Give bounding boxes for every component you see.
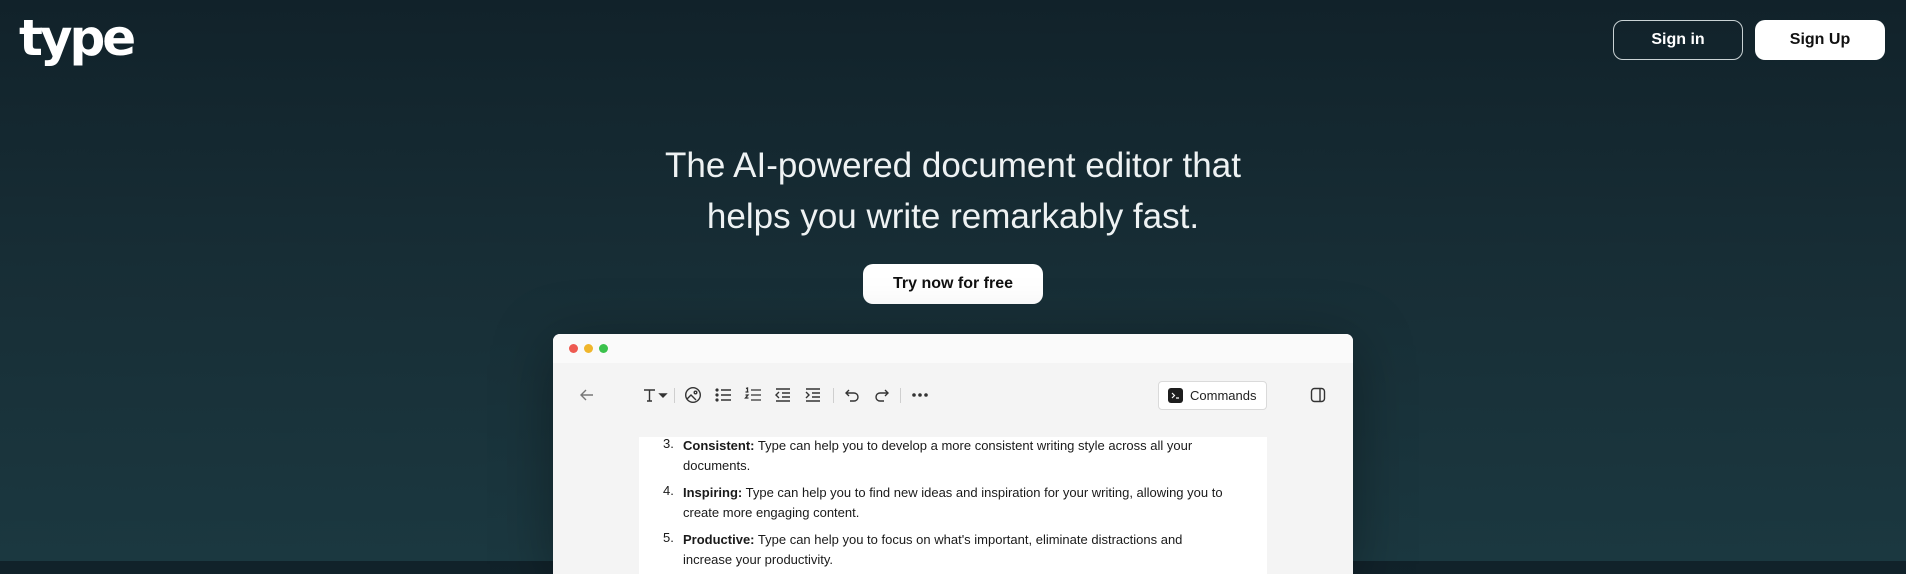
sign-up-button[interactable]: Sign Up <box>1755 20 1885 60</box>
list-item-text: Type can help you to develop a more cons… <box>683 438 1193 473</box>
outdent-icon[interactable] <box>771 383 795 407</box>
list-item-text: Type can help you to find new ideas and … <box>683 485 1223 520</box>
sign-in-button[interactable]: Sign in <box>1613 20 1743 60</box>
indent-icon[interactable] <box>801 383 825 407</box>
window-titlebar <box>553 334 1353 363</box>
list-item-number: 3. <box>663 436 674 451</box>
editor-toolbar: Commands <box>553 363 1353 423</box>
try-now-button[interactable]: Try now for free <box>863 264 1043 304</box>
toolbar-divider <box>900 388 901 403</box>
more-icon[interactable] <box>908 383 932 407</box>
text-style-icon[interactable] <box>641 383 671 407</box>
list-item-number: 5. <box>663 530 674 545</box>
document-body[interactable]: 3. Consistent: Type can help you to deve… <box>639 436 1267 574</box>
redo-icon[interactable] <box>870 383 894 407</box>
list-item-text: Type can help you to focus on what's imp… <box>683 532 1183 567</box>
toolbar-divider <box>833 388 834 403</box>
editor-preview-window: Commands 3. Consistent: Type can help yo… <box>553 334 1353 574</box>
sidebar-toggle-icon[interactable] <box>1306 383 1330 407</box>
list-item-title: Inspiring: <box>683 485 743 500</box>
commands-label: Commands <box>1190 388 1257 403</box>
hero-line-2: helps you write remarkably fast. <box>706 197 1200 236</box>
maximize-window-dot <box>599 344 608 353</box>
hero-headline: The AI-powered document editor that help… <box>0 140 1906 242</box>
minimize-window-dot <box>584 344 593 353</box>
back-arrow-icon[interactable] <box>575 383 599 407</box>
image-icon[interactable] <box>681 383 705 407</box>
type-logo[interactable]: type <box>19 6 136 70</box>
commands-button[interactable]: Commands <box>1158 381 1267 410</box>
bullet-list-icon[interactable] <box>711 383 735 407</box>
toolbar-divider <box>674 388 675 403</box>
numbered-list-icon[interactable] <box>741 383 765 407</box>
list-item-title: Consistent: <box>683 438 755 453</box>
terminal-icon <box>1168 388 1183 403</box>
undo-icon[interactable] <box>840 383 864 407</box>
hero-line-1: The AI-powered document editor that <box>665 146 1241 185</box>
list-item-title: Productive: <box>683 532 755 547</box>
list-item-number: 4. <box>663 483 674 498</box>
close-window-dot <box>569 344 578 353</box>
